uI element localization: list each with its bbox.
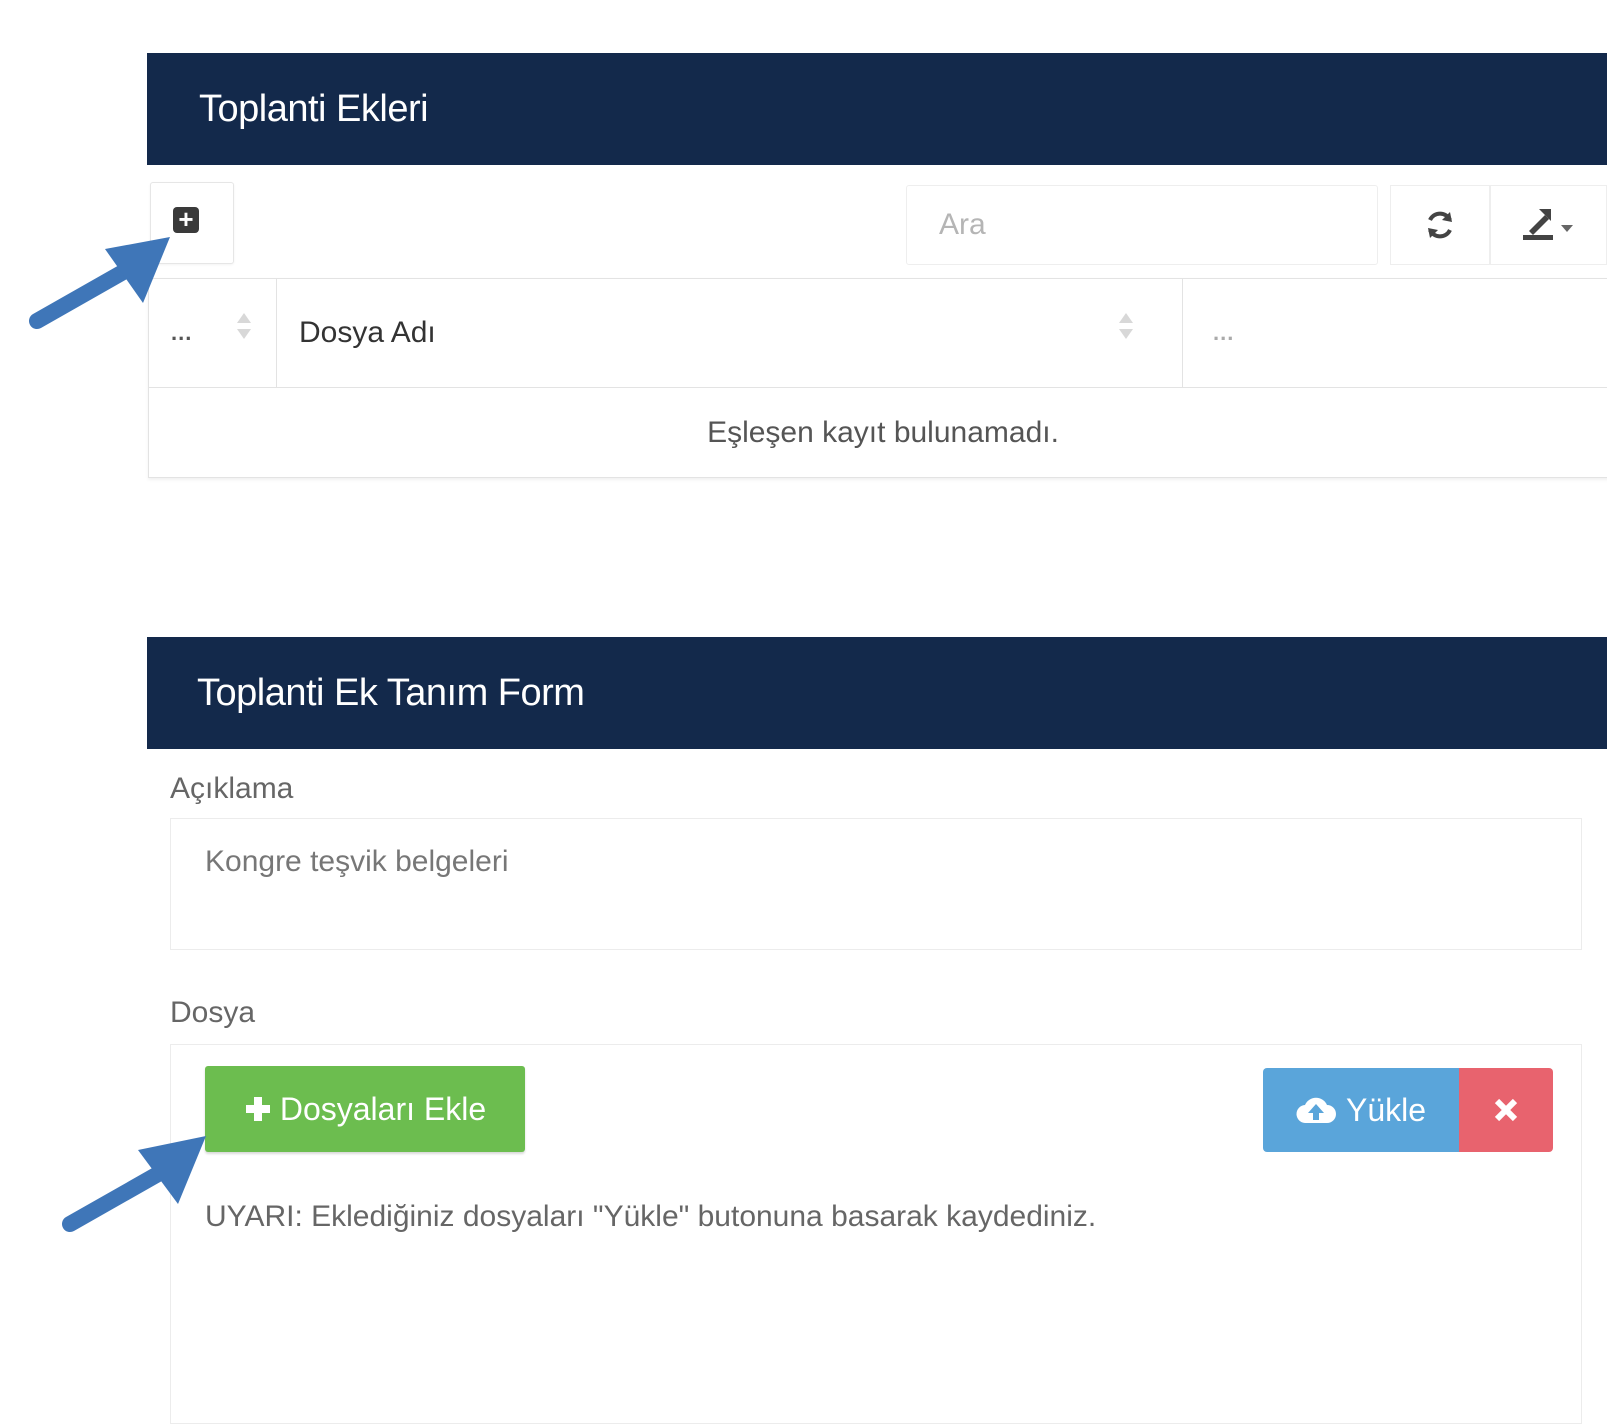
- column-header-extra[interactable]: ...: [1183, 279, 1607, 387]
- export-icon: [1522, 209, 1573, 240]
- description-label: Açıklama: [170, 772, 294, 805]
- attachments-panel-title: Toplanti Ekleri: [199, 87, 429, 130]
- refresh-button[interactable]: [1390, 185, 1490, 265]
- attachments-table: ... Dosya Adı ... Eşleşen kayıt bulunama…: [148, 278, 1607, 478]
- table-header: ... Dosya Adı ...: [149, 279, 1607, 388]
- close-icon: [1494, 1098, 1518, 1122]
- attachments-panel-header: Toplanti Ekleri: [147, 53, 1607, 165]
- add-files-label: Dosyaları Ekle: [279, 1090, 487, 1127]
- annotation-arrow-icon: [62, 1136, 206, 1232]
- sort-icon: [1119, 313, 1133, 345]
- export-button[interactable]: [1490, 185, 1607, 265]
- column-header-label: ...: [1213, 320, 1235, 345]
- column-header-dosya-adi[interactable]: Dosya Adı: [277, 279, 1183, 387]
- annotation-arrow-icon: [29, 237, 170, 329]
- form-panel-header: Toplanti Ek Tanım Form: [147, 637, 1607, 749]
- cancel-upload-button[interactable]: [1459, 1068, 1553, 1152]
- form-panel-title: Toplanti Ek Tanım Form: [197, 671, 585, 714]
- column-header-label: Dosya Adı: [299, 316, 436, 349]
- refresh-icon: [1428, 211, 1452, 239]
- file-label: Dosya: [170, 996, 256, 1029]
- empty-table-message: Eşleşen kayıt bulunamadı.: [707, 416, 1059, 449]
- add-files-button[interactable]: Dosyaları Ekle: [205, 1066, 525, 1152]
- upload-label: Yükle: [1345, 1091, 1427, 1128]
- cloud-upload-icon: [1296, 1097, 1336, 1124]
- plus-icon: [245, 1097, 270, 1121]
- sort-icon: [237, 313, 251, 345]
- search-input[interactable]: [906, 185, 1378, 265]
- upload-button[interactable]: Yükle: [1263, 1068, 1459, 1152]
- description-field[interactable]: Kongre teşvik belgeleri: [170, 818, 1582, 950]
- upload-warning-text: UYARI: Eklediğiniz dosyaları "Yükle" but…: [205, 1200, 1097, 1233]
